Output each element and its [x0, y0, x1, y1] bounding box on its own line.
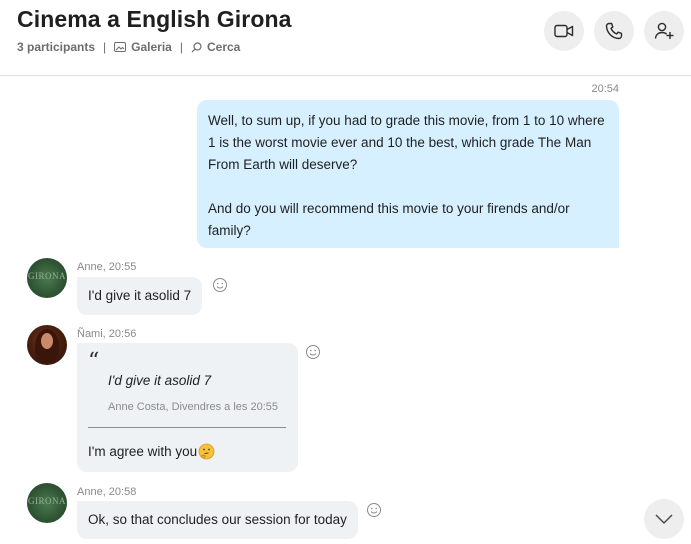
message-list[interactable]: 20:54 Well, to sum up, if you had to gra… [0, 77, 691, 544]
add-participant-button[interactable] [644, 11, 684, 51]
message-text: I'm agree with you [88, 444, 198, 459]
incoming-message-bubble[interactable]: I'd give it asolid 7 [77, 277, 203, 315]
add-reaction-icon[interactable] [305, 344, 321, 360]
message-sender-time: Anne, 20:58 [77, 486, 137, 498]
search-icon [191, 41, 202, 52]
audio-call-button[interactable] [594, 11, 634, 51]
message-timestamp: 20:54 [591, 83, 619, 95]
phone-icon [605, 22, 623, 40]
separator: | [179, 40, 183, 54]
avatar-nami[interactable] [27, 325, 67, 365]
conversation-title[interactable]: Cinema a English Girona [17, 6, 292, 33]
message-text-row: I'm agree with you [88, 443, 215, 460]
message-sender-time: Ñami, 20:56 [77, 328, 137, 340]
conversation-header: Cinema a English Girona 3 participants |… [0, 0, 691, 76]
quote-divider [88, 427, 286, 428]
add-person-icon [654, 22, 674, 39]
separator: | [103, 40, 107, 54]
scroll-to-bottom-button[interactable] [644, 499, 684, 539]
avatar-anne[interactable]: GIRONA [27, 483, 67, 523]
message-text: I'd give it asolid 7 [88, 288, 192, 303]
message-paragraph: Well, to sum up, if you had to grade thi… [208, 113, 605, 172]
video-camera-icon [554, 24, 574, 38]
outgoing-message-bubble[interactable]: Well, to sum up, if you had to grade thi… [197, 100, 619, 248]
incoming-message-bubble[interactable]: Ok, so that concludes our session for to… [77, 501, 358, 539]
gallery-icon [114, 42, 127, 52]
message-paragraph: And do you will recommend this movie to … [208, 201, 570, 238]
search-link[interactable]: Cerca [191, 40, 240, 54]
message-text: Ok, so that concludes our session for to… [88, 512, 347, 527]
chevron-down-icon [655, 514, 673, 524]
incoming-quote-message-bubble[interactable]: “ I'd give it asolid 7 Anne Costa, Diven… [77, 343, 298, 472]
search-label: Cerca [206, 40, 241, 54]
conversation-subbar: 3 participants | Galeria | Cerca [17, 40, 240, 54]
message-sender-time: Anne, 20:55 [77, 261, 137, 273]
video-call-button[interactable] [544, 11, 584, 51]
avatar-anne[interactable]: GIRONA [27, 258, 67, 298]
add-reaction-icon[interactable] [212, 277, 228, 293]
gallery-link[interactable]: Galeria [114, 40, 172, 54]
add-reaction-icon[interactable] [366, 502, 382, 518]
participants-count[interactable]: 3 participants [17, 40, 95, 54]
quote-icon: “ [88, 349, 100, 374]
thinking-face-icon [198, 443, 215, 460]
gallery-label: Galeria [131, 40, 172, 54]
quoted-source: Anne Costa, Divendres a les 20:55 [108, 401, 278, 413]
quoted-text: I'd give it asolid 7 [108, 373, 212, 388]
